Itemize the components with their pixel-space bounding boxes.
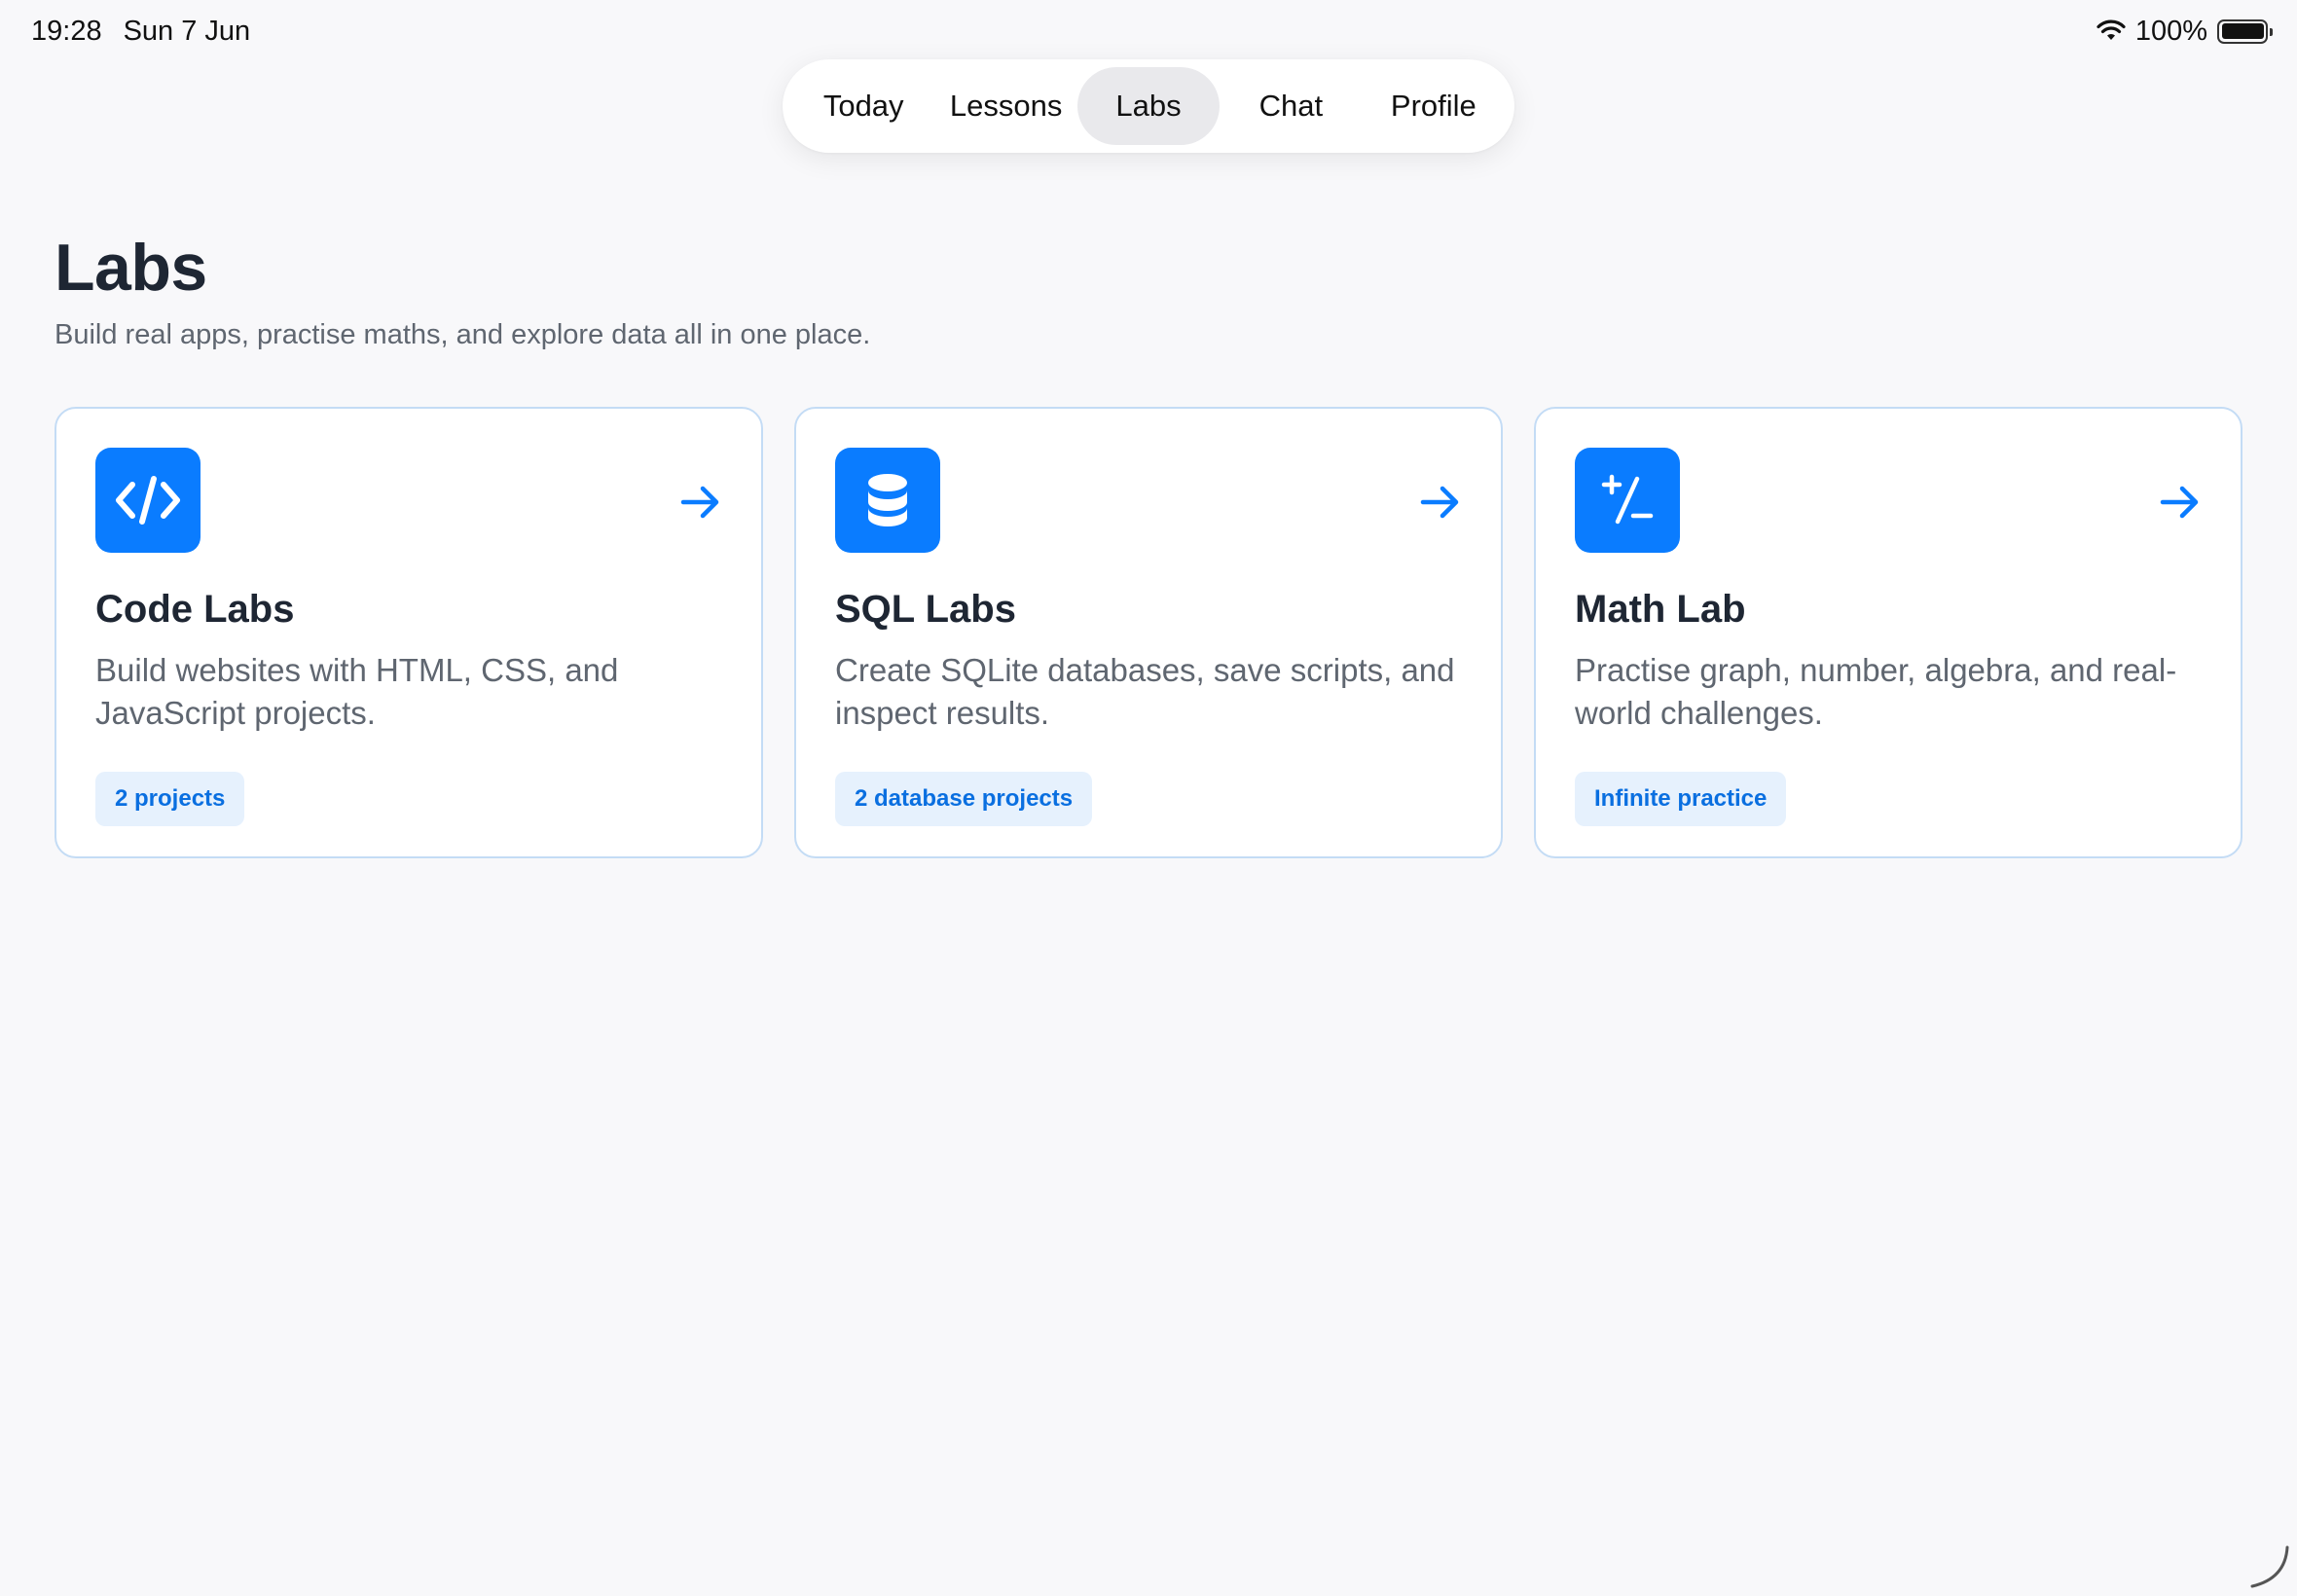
card-description: Practise graph, number, algebra, and rea… <box>1575 652 2177 731</box>
tab-lessons[interactable]: Lessons <box>934 67 1076 145</box>
status-bar: 19:28 Sun 7 Jun 100% <box>0 0 2297 62</box>
database-icon <box>835 448 940 553</box>
battery-icon <box>2217 18 2273 44</box>
page-subtitle: Build real apps, practise maths, and exp… <box>55 319 871 350</box>
lab-cards: Code Labs Build websites with HTML, CSS,… <box>55 407 2242 858</box>
card-title: SQL Labs <box>835 588 1016 631</box>
card-description: Create SQLite databases, save scripts, a… <box>835 652 1455 731</box>
sql-labs-card[interactable]: SQL Labs Create SQLite databases, save s… <box>794 407 1503 858</box>
tab-labs[interactable]: Labs <box>1076 67 1221 145</box>
battery-percent: 100% <box>2134 15 2207 47</box>
card-badge: Infinite practice <box>1575 772 1787 826</box>
arrow-right-icon[interactable] <box>2159 481 2202 524</box>
tab-profile[interactable]: Profile <box>1363 67 1505 145</box>
card-title: Code Labs <box>95 588 295 631</box>
arrow-right-icon[interactable] <box>679 481 722 524</box>
resize-handle-icon[interactable] <box>2242 1542 2291 1590</box>
arrow-right-icon[interactable] <box>1419 481 1462 524</box>
card-title: Math Lab <box>1575 588 1746 631</box>
math-lab-card[interactable]: Math Lab Practise graph, number, algebra… <box>1534 407 2242 858</box>
status-right: 100% <box>2096 15 2273 48</box>
tab-bar: Today Lessons Labs Chat Profile <box>783 59 1514 153</box>
page-title: Labs <box>55 231 207 305</box>
card-badge: 2 projects <box>95 772 245 826</box>
code-labs-card[interactable]: Code Labs Build websites with HTML, CSS,… <box>55 407 763 858</box>
tab-chat[interactable]: Chat <box>1220 67 1362 145</box>
card-description: Build websites with HTML, CSS, and JavaS… <box>95 652 619 731</box>
plus-minus-icon <box>1575 448 1680 553</box>
tab-today[interactable]: Today <box>792 67 934 145</box>
card-badge: 2 database projects <box>835 772 1093 826</box>
code-icon <box>95 448 201 553</box>
status-left: 19:28 Sun 7 Jun <box>31 16 250 48</box>
status-date: Sun 7 Jun <box>123 15 251 47</box>
wifi-icon <box>2096 19 2126 40</box>
status-time: 19:28 <box>31 15 102 47</box>
battery-fill <box>2221 23 2264 39</box>
